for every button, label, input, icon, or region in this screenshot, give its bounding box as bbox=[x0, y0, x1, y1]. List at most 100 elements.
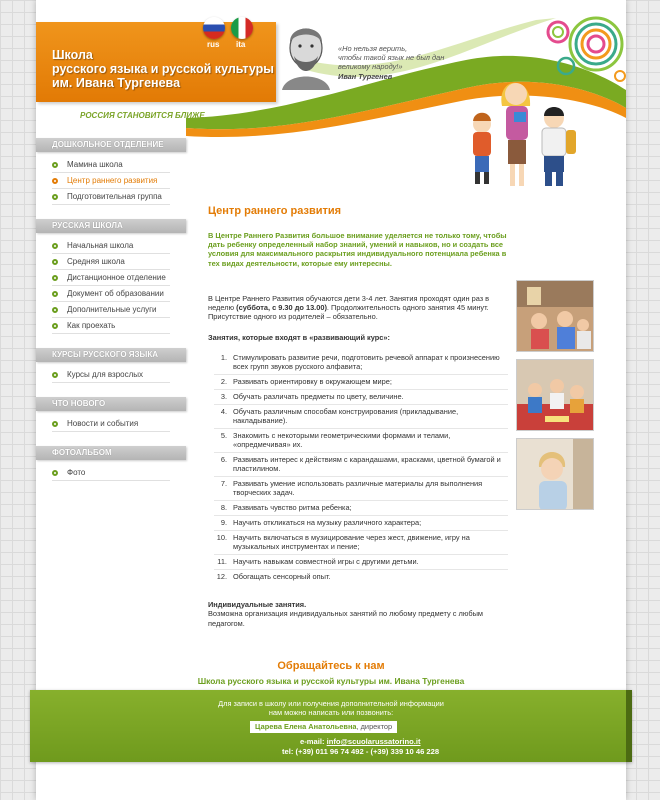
phone-label: tel: bbox=[282, 747, 294, 756]
slogan: РОССИЯ СТАНОВИТСЯ БЛИЖЕ bbox=[80, 111, 205, 120]
classroom-photo-1[interactable] bbox=[516, 280, 594, 352]
main-content: Центр раннего развития В Центре Раннего … bbox=[208, 205, 508, 628]
children-illustration bbox=[473, 82, 576, 186]
bullet-icon bbox=[52, 420, 58, 427]
sidebar-item-education-document[interactable]: Документ об образовании bbox=[52, 286, 170, 302]
intro-paragraph: В Центре Раннего Развития большое вниман… bbox=[208, 231, 507, 268]
sidebar-item-adult-courses[interactable]: Курсы для взрослых bbox=[52, 367, 170, 383]
list-item-text: Развивать интерес к действиям с карандаш… bbox=[233, 455, 501, 474]
footer-info: Для записи в школу или получения дополни… bbox=[30, 699, 632, 717]
list-item: 7. Развивать умение использовать различны… bbox=[214, 477, 508, 502]
bullet-icon bbox=[52, 371, 58, 378]
list-item-text: Стимулировать развитие речи, подготовить… bbox=[233, 353, 500, 372]
director-role: , директор bbox=[356, 722, 393, 731]
sidebar-section-whats-new: ЧТО НОВОГО Новости и события bbox=[36, 397, 186, 432]
quote-line-2: чтобы такой язык не был дан bbox=[338, 53, 445, 62]
bullet-icon bbox=[52, 290, 58, 297]
classroom-photo-3[interactable] bbox=[516, 438, 594, 510]
schedule-time: (суббота, с 9.30 до 13.00) bbox=[236, 303, 327, 313]
list-item-text: Обучать различным способам конструирован… bbox=[233, 407, 459, 426]
list-item-text: Знакомить с некоторыми геометрическими ф… bbox=[233, 431, 451, 450]
sidebar-item-news-events[interactable]: Новости и события bbox=[52, 416, 170, 432]
sidebar-item-secondary-school[interactable]: Средняя школа bbox=[52, 254, 170, 270]
sidebar-item-label: Фото bbox=[67, 468, 86, 477]
sidebar-item-mama-school[interactable]: Мамина школа bbox=[52, 157, 170, 173]
list-item-text: Научить навыкам совместной игры с другим… bbox=[233, 557, 419, 567]
director-name-badge: Царева Елена Анатольевна, директор bbox=[250, 721, 398, 733]
sidebar-heading-preschool: ДОШКОЛЬНОЕ ОТДЕЛЕНИЕ bbox=[36, 138, 186, 152]
sidebar-heading-russian-school: РУССКАЯ ШКОЛА bbox=[36, 219, 186, 233]
list-item: 5. Знакомить с некоторыми геометрическими… bbox=[214, 429, 508, 454]
list-item: 11. Научить навыкам совместной игры с дру… bbox=[214, 555, 508, 571]
school-title-line-3: им. Ивана Тургенева bbox=[52, 76, 181, 90]
individual-lessons-text: Возможна организация индивидуальных заня… bbox=[208, 609, 483, 628]
list-item: 9. Научить откликаться на музыку различно… bbox=[214, 516, 508, 532]
page-title: Центр раннего развития bbox=[208, 205, 342, 217]
list-item: 8. Развивать чувство ритма ребенка; bbox=[214, 501, 508, 517]
list-item: 12. Обогащать сенсорный опыт. bbox=[216, 572, 331, 582]
bullet-icon bbox=[52, 193, 58, 200]
footer-email: e-mail: info@scuolarussatorino.it bbox=[300, 737, 421, 746]
sidebar-section-preschool: ДОШКОЛЬНОЕ ОТДЕЛЕНИЕ Мамина школа Центр … bbox=[36, 138, 186, 205]
list-item-text: Развивать чувство ритма ребенка; bbox=[233, 503, 352, 513]
list-item-text: Научить откликаться на музыку различного… bbox=[233, 518, 422, 528]
footer-info-line-1: Для записи в школу или получения дополни… bbox=[218, 699, 444, 708]
footer: Для записи в школу или получения дополни… bbox=[30, 690, 632, 762]
email-label: e-mail: bbox=[300, 737, 325, 746]
page: Школа русского языка и русской культуры … bbox=[30, 0, 632, 800]
footer-phone: tel: (+39) 011 96 74 492 - (+39) 339 10 … bbox=[282, 747, 439, 756]
classroom-photo-2[interactable] bbox=[516, 359, 594, 431]
bullet-icon bbox=[52, 242, 58, 249]
language-link-rus[interactable]: rus bbox=[207, 40, 219, 49]
list-item-text: Развивать умение использовать различные … bbox=[233, 479, 483, 498]
quote-line-3: великому народу!» bbox=[338, 62, 403, 71]
sidebar-item-distance-learning[interactable]: Дистанционное отделение bbox=[52, 270, 170, 286]
email-link[interactable]: info@scuolarussatorino.it bbox=[327, 737, 421, 746]
bullet-icon bbox=[52, 161, 58, 168]
sidebar-item-additional-services[interactable]: Дополнительные услуги bbox=[52, 302, 170, 318]
list-item: 3. Обучать различать предметы по цвету, в… bbox=[214, 390, 508, 406]
list-item: 4. Обучать различным способам конструиров… bbox=[214, 405, 508, 430]
sidebar-item-label: Центр раннего развития bbox=[67, 176, 158, 185]
sidebar-section-language-courses: КУРСЫ РУССКОГО ЯЗЫКА Курсы для взрослых bbox=[36, 348, 186, 383]
sidebar-item-label: Как проехать bbox=[67, 321, 116, 330]
sidebar-heading-photo-album: ФОТОАЛЬБОМ bbox=[36, 446, 186, 460]
schedule-paragraph: В Центре Раннего Развития обучаются дети… bbox=[208, 294, 508, 322]
phone-numbers: (+39) 011 96 74 492 - (+39) 339 10 46 22… bbox=[295, 747, 440, 756]
sidebar-item-label: Средняя школа bbox=[67, 257, 125, 266]
sidebar-item-preparatory-group[interactable]: Подготовительная группа bbox=[52, 189, 170, 205]
list-item-text: Обучать различать предметы по цвету, вел… bbox=[233, 392, 404, 402]
school-title-line-2: русского языка и русской культуры bbox=[52, 62, 274, 76]
italian-flag-icon[interactable] bbox=[231, 17, 253, 39]
turgenev-quote: «Но нельзя верить, чтобы такой язык не б… bbox=[338, 44, 458, 81]
sidebar-item-early-development[interactable]: Центр раннего развития bbox=[52, 173, 170, 189]
director-name: Царева Елена Анатольевна bbox=[255, 722, 357, 731]
language-link-ita[interactable]: ita bbox=[236, 40, 245, 49]
sidebar-item-label: Документ об образовании bbox=[67, 289, 164, 298]
turgenev-portrait-icon bbox=[282, 28, 330, 90]
sidebar-item-label: Начальная школа bbox=[67, 241, 134, 250]
sidebar-item-directions[interactable]: Как проехать bbox=[52, 318, 170, 334]
list-item-text: Обогащать сенсорный опыт. bbox=[233, 572, 331, 582]
bullet-icon bbox=[52, 469, 58, 476]
activities-list-title: Занятия, которые входят в «развивающий к… bbox=[208, 333, 390, 343]
list-item: 6. Развивать интерес к действиям с каранд… bbox=[214, 453, 508, 478]
sidebar-item-photos[interactable]: Фото bbox=[52, 465, 170, 481]
list-item: 10. Научить включаться в музицирование че… bbox=[214, 531, 508, 556]
list-item-text: Развивать ориентировку в окружающем мире… bbox=[233, 377, 392, 387]
footer-right-edge bbox=[626, 690, 632, 762]
bullet-icon bbox=[52, 258, 58, 265]
bullet-icon bbox=[52, 322, 58, 329]
sidebar-item-label: Курсы для взрослых bbox=[67, 370, 144, 379]
sidebar-item-label: Дистанционное отделение bbox=[67, 273, 166, 282]
photo-column bbox=[516, 280, 594, 517]
sidebar-item-primary-school[interactable]: Начальная школа bbox=[52, 238, 170, 254]
contact-subheading: Школа русского языка и русской культуры … bbox=[197, 676, 465, 686]
footer-info-line-2: нам можно написать или позвонить: bbox=[268, 708, 394, 717]
list-item: 1. Стимулировать развитие речи, подготови… bbox=[214, 351, 508, 376]
sidebar-heading-whats-new: ЧТО НОВОГО bbox=[36, 397, 186, 411]
list-item-text: Научить включаться в музицирование через… bbox=[233, 533, 470, 552]
sidebar-item-label: Подготовительная группа bbox=[67, 192, 162, 201]
russian-flag-icon[interactable] bbox=[203, 17, 225, 39]
sidebar-heading-language-courses: КУРСЫ РУССКОГО ЯЗЫКА bbox=[36, 348, 186, 362]
